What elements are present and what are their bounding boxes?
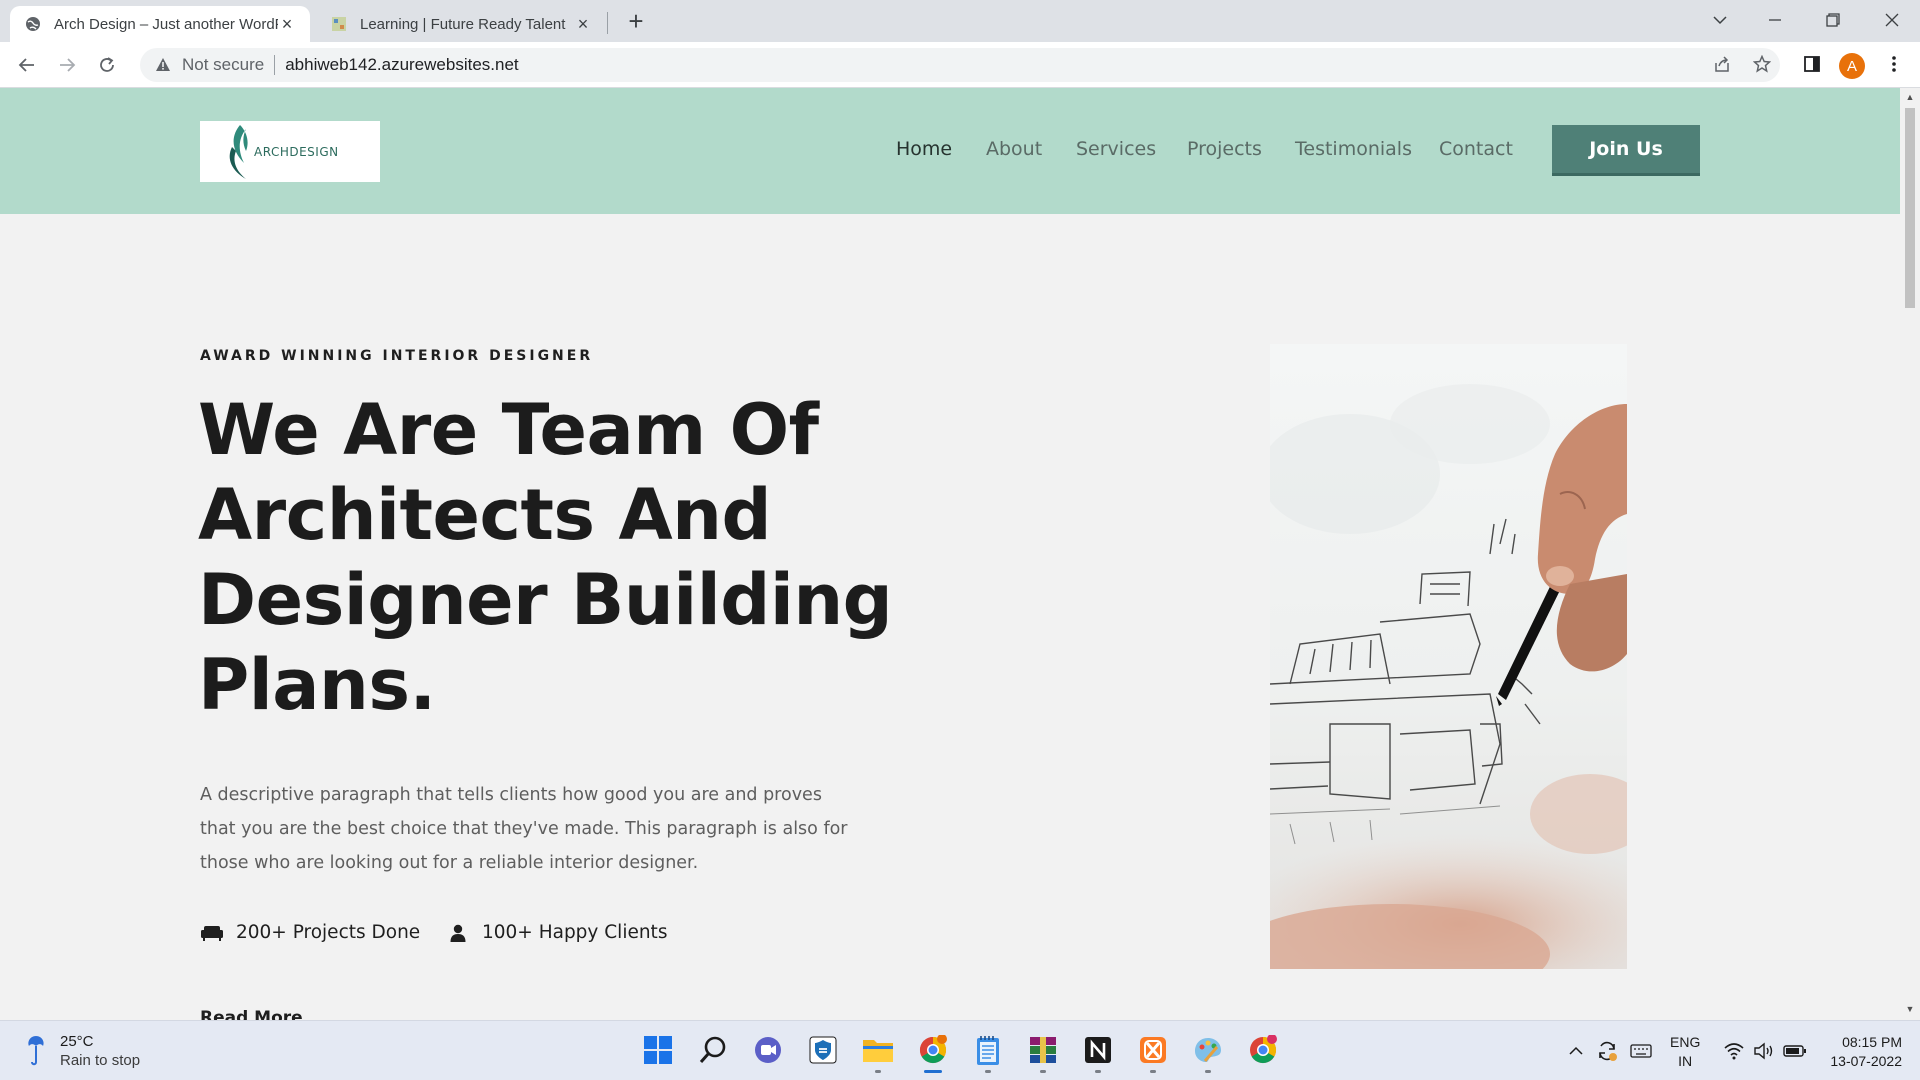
hero-image-sketch <box>1270 344 1627 969</box>
teams-chat-icon[interactable] <box>750 1031 786 1069</box>
tab-title: Arch Design – Just another WordPress sit… <box>54 15 278 33</box>
more-menu-icon[interactable] <box>1880 50 1908 78</box>
language-code: ENG <box>1670 1034 1701 1050</box>
file-explorer-icon[interactable] <box>860 1031 896 1073</box>
divider <box>274 55 276 75</box>
hero-description: A descriptive paragraph that tells clien… <box>200 785 848 873</box>
hero-title: We Are Team Of Architects And Designer B… <box>198 389 893 726</box>
site-logo[interactable]: ARCHDESIGN <box>200 121 380 182</box>
stat-clients: 100+ Happy Clients <box>446 922 667 943</box>
minimize-icon[interactable] <box>1755 4 1795 36</box>
running-indicator <box>875 1070 881 1073</box>
chevron-up-icon[interactable] <box>1566 1039 1586 1063</box>
nav-testimonials[interactable]: Testimonials <box>1295 138 1412 160</box>
scroll-down-icon[interactable]: ▼ <box>1905 1004 1915 1014</box>
join-us-button[interactable]: Join Us <box>1552 125 1700 176</box>
page-viewport: ARCHDESIGN Home About Services Projects … <box>0 88 1900 1020</box>
umbrella-icon <box>28 1036 44 1066</box>
tab-title: Learning | Future Ready Talent <box>360 15 566 33</box>
region-code: IN <box>1678 1053 1693 1069</box>
running-indicator <box>1095 1070 1101 1073</box>
active-indicator <box>924 1070 942 1073</box>
battery-icon[interactable] <box>1782 1039 1808 1063</box>
leaf-logo-icon <box>229 124 248 179</box>
xampp-icon[interactable] <box>1135 1031 1171 1073</box>
stat-label: 200+ Projects Done <box>236 922 421 943</box>
notion-icon[interactable] <box>1080 1031 1116 1073</box>
nav-home[interactable]: Home <box>896 138 952 160</box>
sync-icon[interactable] <box>1594 1039 1620 1063</box>
restore-icon[interactable] <box>1813 4 1853 36</box>
paint-icon[interactable] <box>1190 1031 1226 1073</box>
scroll-up-icon[interactable]: ▲ <box>1905 92 1915 102</box>
hero-eyebrow: AWARD WINNING INTERIOR DESIGNER <box>200 348 594 364</box>
system-clock[interactable]: 08:15 PM 13-07-2022 <box>1822 1033 1902 1071</box>
weather-widget[interactable]: 25°C Rain to stop <box>24 1033 140 1069</box>
chrome-profile-icon[interactable] <box>1245 1031 1281 1069</box>
wifi-icon[interactable] <box>1722 1039 1746 1063</box>
back-arrow-icon[interactable] <box>12 50 42 80</box>
reload-icon[interactable] <box>92 50 122 80</box>
running-indicator <box>1150 1070 1156 1073</box>
url-text[interactable]: abhiweb142.azurewebsites.net <box>285 55 518 75</box>
tab-learning[interactable]: Learning | Future Ready Talent × <box>316 6 606 42</box>
winrar-icon[interactable] <box>1025 1031 1061 1073</box>
notepad-icon[interactable] <box>970 1031 1006 1073</box>
nav-about[interactable]: About <box>986 138 1042 160</box>
tab-arch-design[interactable]: Arch Design – Just another WordPress sit… <box>10 6 310 42</box>
close-window-icon[interactable] <box>1872 4 1912 36</box>
clock-date: 13-07-2022 <box>1830 1053 1902 1069</box>
nav-services[interactable]: Services <box>1076 138 1156 160</box>
windows-start-icon[interactable] <box>640 1031 676 1069</box>
profile-avatar[interactable]: A <box>1839 53 1865 79</box>
running-indicator <box>1205 1070 1211 1073</box>
running-indicator <box>985 1070 991 1073</box>
address-bar[interactable]: Not secure abhiweb142.azurewebsites.net <box>140 48 1780 82</box>
stat-projects: 200+ Projects Done <box>200 922 420 943</box>
security-label[interactable]: Not secure <box>182 55 264 75</box>
close-tab-icon[interactable]: × <box>574 15 592 33</box>
search-icon[interactable] <box>695 1031 731 1069</box>
windows-taskbar: 25°C Rain to stop ENG IN 08:15 PM 13-07-… <box>0 1020 1920 1080</box>
couch-icon <box>200 923 224 943</box>
read-more-link[interactable]: Read More <box>200 1008 303 1020</box>
chevron-down-icon[interactable] <box>1700 4 1740 36</box>
logo-text: ARCHDESIGN <box>254 144 339 159</box>
page-scrollbar[interactable]: ▲ ▼ <box>1900 88 1920 1020</box>
browser-tab-bar: Arch Design – Just another WordPress sit… <box>0 0 1920 42</box>
nav-projects[interactable]: Projects <box>1187 138 1262 160</box>
share-icon[interactable] <box>1708 50 1736 78</box>
browser-toolbar: Not secure abhiweb142.azurewebsites.net <box>0 42 1920 88</box>
chrome-icon[interactable] <box>915 1031 951 1073</box>
close-tab-icon[interactable]: × <box>278 15 296 33</box>
clock-time: 08:15 PM <box>1842 1034 1902 1050</box>
running-indicator <box>1040 1070 1046 1073</box>
keyboard-icon[interactable] <box>1628 1039 1654 1063</box>
new-tab-icon[interactable]: + <box>622 8 650 36</box>
scroll-thumb[interactable] <box>1905 108 1915 308</box>
user-icon <box>446 923 470 943</box>
learning-site-icon <box>330 15 348 33</box>
volume-icon[interactable] <box>1752 1039 1776 1063</box>
shield-app-icon[interactable] <box>805 1031 841 1069</box>
language-indicator[interactable]: ENG IN <box>1670 1033 1700 1071</box>
warning-icon <box>154 56 172 74</box>
site-header: ARCHDESIGN Home About Services Projects … <box>0 88 1900 214</box>
nav-contact[interactable]: Contact <box>1439 138 1513 160</box>
stat-label: 100+ Happy Clients <box>482 922 668 943</box>
weather-temperature: 25°C <box>60 1033 94 1050</box>
side-panel-icon[interactable] <box>1798 50 1826 78</box>
tab-separator <box>607 12 608 34</box>
forward-arrow-icon[interactable] <box>52 50 82 80</box>
globe-icon <box>24 15 42 33</box>
bookmark-star-icon[interactable] <box>1748 50 1776 78</box>
weather-condition: Rain to stop <box>60 1052 141 1069</box>
